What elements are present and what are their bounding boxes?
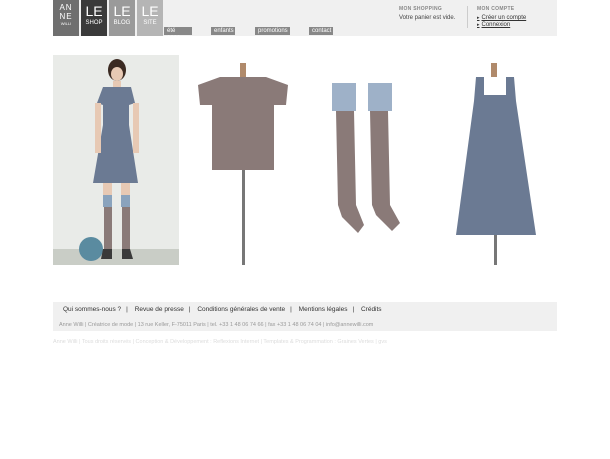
model-figure xyxy=(79,59,139,261)
account-title: MON COMPTE xyxy=(477,6,515,12)
pinafore-dress-image xyxy=(456,63,536,265)
footer-copyright: Anne Willi | Tous droits réservés | Conc… xyxy=(53,339,387,345)
nav-tile-shop[interactable]: LE SHOP xyxy=(81,0,107,36)
nav-tile-blog-big: LE xyxy=(113,3,131,19)
product-socks[interactable] xyxy=(320,55,420,265)
nav-tile-site[interactable]: LE SITE xyxy=(137,0,163,36)
footer-links: Qui sommes-nous ? | Revue de presse | Cond… xyxy=(63,306,382,313)
login-label: Connexion xyxy=(481,22,511,28)
nav-tile-blog[interactable]: LE BLOG xyxy=(109,0,135,36)
product-knit-top[interactable] xyxy=(190,55,300,265)
footer-link-credits[interactable]: Crédits xyxy=(361,306,382,313)
footer-link-mentions-legales[interactable]: Mentions légales xyxy=(299,306,348,313)
arrow-right-icon: ▸ xyxy=(477,15,480,21)
header-divider xyxy=(467,6,468,28)
product-model-photo[interactable] xyxy=(53,55,179,265)
footer-link-cgv[interactable]: Conditions générales de vente xyxy=(197,306,285,313)
logo-line-3: WILLI xyxy=(60,21,72,26)
cart-status: Votre panier est vide. xyxy=(399,15,456,21)
logo-line-1: AN xyxy=(59,3,73,12)
product-pinafore-dress[interactable] xyxy=(450,55,540,265)
socks-image xyxy=(332,83,400,233)
nav-tile-site-big: LE xyxy=(141,3,159,19)
knit-top-image xyxy=(198,63,288,265)
globe-prop xyxy=(79,237,103,261)
nav-tile-shop-small: SHOP xyxy=(85,20,103,26)
menu-promotions[interactable]: promotions xyxy=(255,27,290,35)
login-link[interactable]: ▸ Connexion xyxy=(477,22,557,29)
footer-contact-info: Anne Willi | Créatrice de mode | 13 rue … xyxy=(59,322,374,328)
nav-tile-blog-small: BLOG xyxy=(113,20,131,26)
logo[interactable]: AN NE WILLI xyxy=(53,0,79,36)
menu-contact[interactable]: contact xyxy=(309,27,333,35)
shopping-box: MON SHOPPING Votre panier est vide. xyxy=(399,6,469,21)
create-account-label: Créer un compte xyxy=(481,15,527,21)
nav-tile-site-small: SITE xyxy=(143,20,157,26)
menu-enfants[interactable]: enfants xyxy=(211,27,235,35)
logo-line-2: NE xyxy=(59,12,73,21)
footer-link-qui-sommes-nous[interactable]: Qui sommes-nous ? xyxy=(63,306,121,313)
account-box: MON COMPTE ▸ Créer un compte ▸ Connexion xyxy=(477,6,557,29)
shopping-title: MON SHOPPING xyxy=(399,6,443,12)
arrow-right-icon: ▸ xyxy=(477,22,480,28)
footer-link-revue-de-presse[interactable]: Revue de presse xyxy=(135,306,184,313)
menu-ete-2009[interactable]: été 2009 xyxy=(164,27,192,42)
create-account-link[interactable]: ▸ Créer un compte xyxy=(477,15,557,22)
nav-tile-shop-big: LE xyxy=(85,3,103,19)
